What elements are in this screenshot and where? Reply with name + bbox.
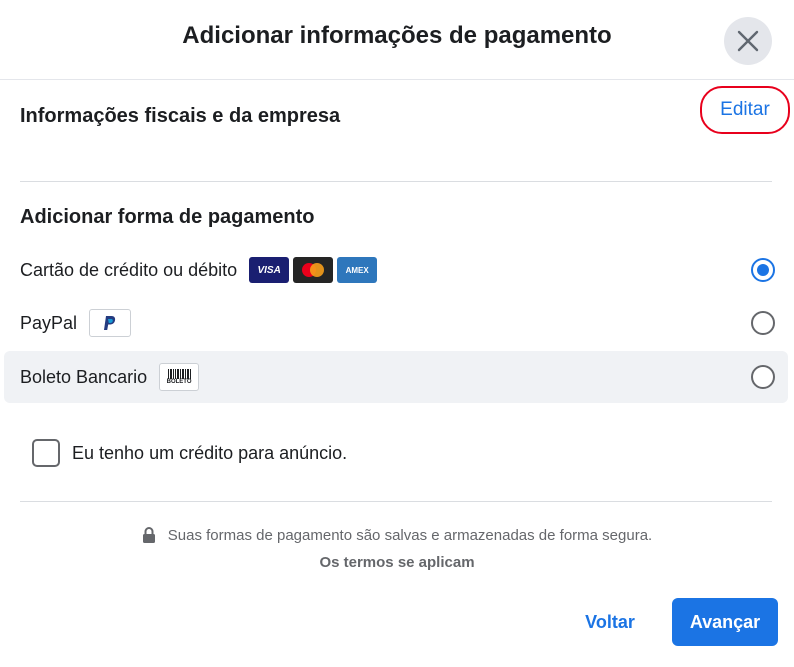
card-logos: VISA AMEX	[249, 257, 378, 283]
payment-option-label: Cartão de crédito ou débito	[20, 259, 238, 280]
payment-option-card[interactable]: Cartão de crédito ou débito VISA AMEX	[4, 244, 788, 296]
amex-logo-icon: AMEX	[337, 257, 378, 283]
paypal-logo-icon	[89, 309, 132, 337]
lock-icon	[142, 527, 155, 543]
radio-boleto[interactable]	[751, 365, 775, 389]
close-icon	[737, 30, 759, 52]
divider	[20, 501, 772, 502]
ad-credit-option[interactable]: Eu tenho um crédito para anúncio.	[32, 439, 347, 467]
payment-option-paypal[interactable]: PayPal	[4, 297, 788, 349]
payment-section-title: Adicionar forma de pagamento	[20, 206, 315, 228]
mastercard-logo-icon	[293, 257, 334, 283]
ad-credit-label: Eu tenho um crédito para anúncio.	[72, 442, 348, 463]
payment-option-boleto[interactable]: Boleto Bancario BOLETO	[4, 351, 788, 403]
payment-option-label: PayPal	[20, 312, 78, 333]
secure-note: Suas formas de pagamento são salvas e ar…	[0, 527, 794, 544]
edit-link[interactable]: Editar	[700, 86, 790, 134]
payment-option-label: Boleto Bancario	[20, 366, 148, 387]
dialog-title: Adicionar informações de pagamento	[182, 22, 612, 49]
visa-logo-icon: VISA	[249, 257, 290, 283]
secure-note-text: Suas formas de pagamento são salvas e ar…	[167, 527, 653, 544]
close-button[interactable]	[724, 17, 772, 65]
radio-paypal[interactable]	[751, 311, 775, 335]
back-button[interactable]: Voltar	[566, 598, 654, 646]
tax-section-title: Informações fiscais e da empresa	[20, 105, 341, 127]
ad-credit-checkbox[interactable]	[32, 439, 60, 467]
terms-link[interactable]: Os termos se aplicam	[0, 554, 794, 571]
boleto-logo-icon: BOLETO	[159, 363, 200, 391]
dialog-header: Adicionar informações de pagamento	[0, 0, 794, 80]
divider	[20, 181, 772, 182]
next-button[interactable]: Avançar	[672, 598, 778, 646]
radio-card[interactable]	[751, 258, 775, 282]
